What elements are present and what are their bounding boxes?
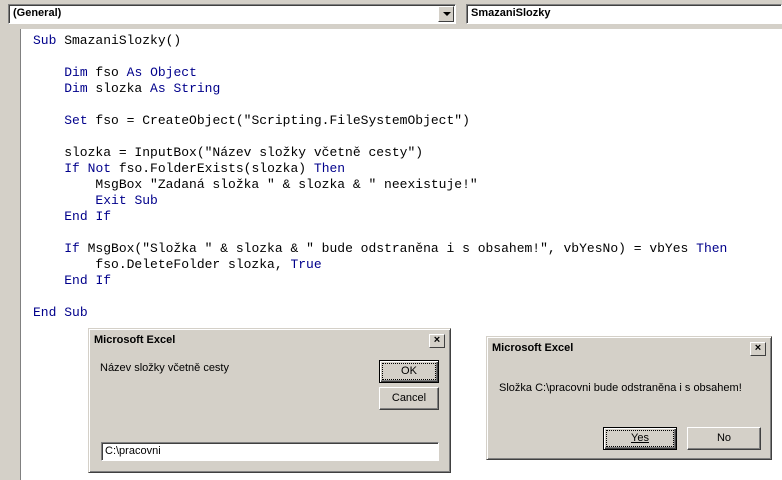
yes-button[interactable]: Yes [603,427,677,450]
code-line[interactable]: MsgBox "Zadaná složka " & slozka & " nee… [33,177,727,193]
code-keyword: If [64,241,80,256]
code-text-token: fso.DeleteFolder slozka, [33,257,291,272]
code-text-token: slozka = InputBox("Název složky včetně c… [33,145,424,160]
code-line[interactable]: End If [33,209,727,225]
code-line[interactable]: End If [33,273,727,289]
msgbox-titlebar[interactable]: Microsoft Excel × [490,340,768,358]
code-line[interactable]: Sub SmazaniSlozky() [33,33,727,49]
code-keyword: If [64,161,80,176]
code-line[interactable]: Dim fso As Object [33,65,727,81]
procedure-combo[interactable]: SmazaniSlozky [466,4,782,24]
code-keyword: String [173,81,221,96]
code-text-token: fso = CreateObject("Scripting.FileSystem… [87,113,470,128]
code-keyword: As [126,65,143,80]
code-line[interactable] [33,129,727,145]
inputbox-title: Microsoft Excel [94,334,176,346]
code-keyword: True [290,257,322,272]
code-line[interactable] [33,49,727,65]
code-text-token: MsgBox("Složka " & slozka & " bude odstr… [79,241,697,256]
code-keyword: Not [87,161,112,176]
code-line[interactable]: If MsgBox("Složka " & slozka & " bude od… [33,241,727,257]
code-line[interactable]: Exit Sub [33,193,727,209]
code-keyword: Then [313,161,346,176]
code-keyword: Sub [134,193,158,208]
code-line[interactable] [33,289,727,305]
code-line[interactable]: Dim slozka As String [33,81,727,97]
inputbox-prompt: Název složky včetně cesty [100,362,229,374]
procedure-combo-value: SmazaniSlozky [471,7,551,19]
object-combo-value: (General) [13,7,62,19]
code-text-token: SmazaniSlozky() [56,33,182,48]
code-keyword: Object [150,65,197,80]
chevron-down-icon[interactable] [438,6,454,22]
close-icon[interactable]: × [750,342,766,356]
code-line[interactable]: Set fso = CreateObject("Scripting.FileSy… [33,113,727,129]
ok-button[interactable]: OK [379,360,439,383]
code-keyword: Dim [64,81,88,96]
code-text-token: MsgBox "Zadaná složka " & slozka & " nee… [33,177,478,192]
code-keyword: Sub [64,305,88,320]
msgbox-dialog: Microsoft Excel × Složka C:\pracovni bud… [486,336,772,460]
code-keyword: Then [696,241,728,256]
msgbox-message: Složka C:\pracovni bude odstraněna i s o… [499,382,742,394]
code-keyword: End [33,305,57,320]
margin-indicator-bar[interactable] [0,29,21,480]
yes-button-label: Yes [631,432,649,444]
object-combo[interactable]: (General) [8,4,456,24]
code-line[interactable] [33,225,727,241]
no-button[interactable]: No [687,427,761,450]
code-keyword: As [150,81,166,96]
inputbox-titlebar[interactable]: Microsoft Excel × [92,332,447,350]
code-text[interactable]: Sub SmazaniSlozky() Dim fso As Object Di… [33,33,727,321]
cancel-button[interactable]: Cancel [379,387,439,410]
code-line[interactable] [33,97,727,113]
code-line[interactable]: fso.DeleteFolder slozka, True [33,257,727,273]
code-line[interactable]: slozka = InputBox("Název složky včetně c… [33,145,727,161]
code-keyword: If [95,273,112,288]
code-keyword: End [64,273,88,288]
code-keyword: End [64,209,88,224]
code-text-token: slozka [87,81,151,96]
close-icon[interactable]: × [429,334,445,348]
code-keyword: Set [64,113,88,128]
code-text-token: fso.FolderExists(slozka) [111,161,314,176]
code-text-token: fso [87,65,127,80]
code-window-toolbar: (General) SmazaniSlozky [0,0,782,29]
code-line[interactable]: If Not fso.FolderExists(slozka) Then [33,161,727,177]
code-keyword: Sub [33,33,57,48]
inputbox-dialog: Microsoft Excel × Název složky včetně ce… [88,328,451,473]
code-keyword: Dim [64,65,88,80]
code-keyword: If [95,209,112,224]
no-button-label: No [716,432,732,444]
msgbox-title: Microsoft Excel [492,342,574,354]
inputbox-text-field[interactable]: C:\pracovni [101,442,439,461]
code-line[interactable]: End Sub [33,305,727,321]
code-keyword: Exit [95,193,127,208]
